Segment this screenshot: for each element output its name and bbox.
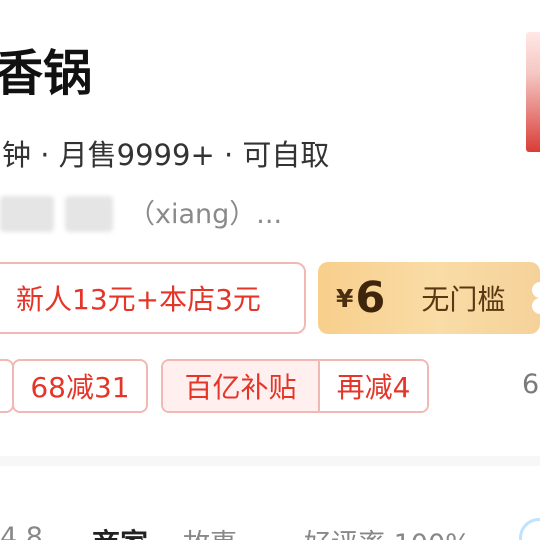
store-title: 香锅: [0, 45, 93, 102]
extra-reduce-label: 再减4: [320, 361, 427, 411]
store-meta-line: 钟 · 月售9999+ · 可自取: [2, 138, 330, 172]
coupon-condition-label: 无门槛: [421, 283, 506, 316]
rating-score: 4.8: [0, 522, 43, 540]
discount-promo-tag[interactable]: 68减31: [12, 359, 148, 413]
bottom-info-row: 4.8 商家 故事 好评率 100%: [0, 514, 540, 540]
new-customer-coupon[interactable]: 新人13元+本店3元: [0, 262, 306, 334]
positive-rate-text: 好评率 100%: [304, 522, 471, 540]
store-detail-screen: 香锅 钟 · 月售9999+ · 可自取 （xiang）... 新人13元+本店…: [0, 0, 540, 540]
subsidy-promo-tag[interactable]: 百亿补贴 再减4: [161, 359, 429, 413]
story-tab[interactable]: 故事: [183, 522, 237, 540]
free-threshold-coupon[interactable]: ¥ 6 无门槛: [318, 262, 540, 334]
discount-promo-text: 68减31: [30, 371, 130, 404]
new-customer-coupon-label: 新人13元+本店3元: [16, 283, 261, 316]
store-note: （xiang）...: [128, 199, 283, 230]
section-divider: [0, 456, 540, 466]
blurred-text-left: [0, 196, 54, 232]
cropped-promo-number: 6: [522, 369, 540, 400]
blurred-text-right: [65, 196, 113, 232]
currency-symbol: ¥: [336, 283, 354, 313]
blue-circle-icon[interactable]: [519, 518, 540, 540]
subsidy-label: 百亿补贴: [163, 361, 320, 411]
merchant-tab[interactable]: 商家: [92, 522, 148, 540]
store-thumbnail[interactable]: [526, 32, 540, 152]
coupon-amount: 6: [355, 273, 386, 323]
